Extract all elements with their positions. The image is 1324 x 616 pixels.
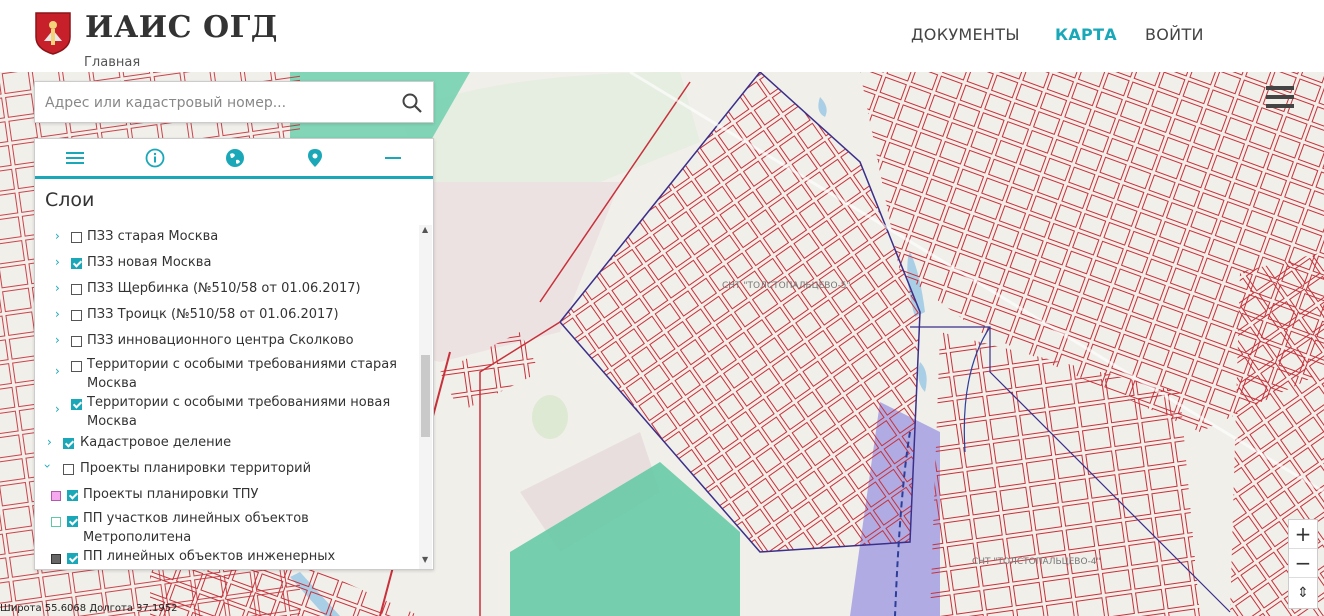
nav-map[interactable]: КАРТА	[1055, 25, 1117, 44]
layer-label: ПП линейных объектов инженерных	[83, 549, 336, 564]
layer-label: Территории с особыми требованиями старая…	[87, 357, 398, 391]
zoom-in-button[interactable]: +	[1289, 520, 1317, 549]
map-label-snt-4: СНТ "ТОЛСТОПАЛЬЦЕВО-4"	[972, 557, 1101, 567]
layer-label: Проекты планировки ТПУ	[83, 487, 259, 502]
layer-checkbox[interactable]	[63, 464, 74, 475]
compass-icon[interactable]: ⇕	[1289, 578, 1317, 607]
layer-label: ПЗЗ новая Москва	[87, 255, 212, 270]
chevron-right-icon[interactable]: ›	[55, 255, 60, 269]
tab-menu[interactable]	[35, 139, 115, 176]
layer-label: Проекты планировки территорий	[80, 461, 312, 476]
nav-login[interactable]: ВОЙТИ	[1145, 25, 1204, 44]
header: ИАИС ОГД Главная ДОКУМЕНТЫ КАРТА ВОЙТИ	[0, 0, 1324, 72]
panel-tabs	[35, 139, 433, 179]
layer-checkbox[interactable]	[71, 310, 82, 321]
chevron-right-icon[interactable]: ›	[47, 435, 52, 449]
zoom-out-button[interactable]: −	[1289, 549, 1317, 578]
layer-color-swatch	[51, 554, 61, 564]
chevron-right-icon[interactable]: ›	[55, 307, 60, 321]
layer-label: ПЗЗ Троицк (№510/58 от 01.06.2017)	[87, 307, 339, 322]
layer-label: ПЗЗ старая Москва	[87, 229, 219, 244]
minimize-icon	[385, 156, 401, 159]
scroll-down-arrow-icon[interactable]: ▼	[422, 555, 428, 564]
search-box[interactable]	[34, 81, 434, 123]
layer-label: ПП участков линейных объектов Метрополит…	[83, 511, 309, 545]
layer-label: Кадастровое деление	[80, 435, 232, 450]
scroll-up-arrow-icon[interactable]: ▲	[422, 225, 428, 234]
layers-list: › ПЗЗ старая Москва › ПЗЗ новая Москва ›…	[35, 225, 419, 569]
layer-checkbox[interactable]	[71, 232, 82, 243]
coordinates-readout: Широта 55.6068 Долгота 37.1952	[0, 603, 178, 614]
layers-scrollbar[interactable]: ▲ ▼	[419, 225, 432, 569]
chevron-right-icon[interactable]: ›	[55, 333, 60, 347]
layer-label: ПЗЗ Щербинка (№510/58 от 01.06.2017)	[87, 281, 361, 296]
chevron-down-icon[interactable]: ›	[40, 464, 54, 469]
globe-icon	[226, 148, 244, 167]
layer-label: Территории с особыми требованиями новая …	[87, 395, 391, 429]
layer-checkbox[interactable]	[67, 516, 78, 527]
map-menu-button[interactable]	[1266, 86, 1296, 112]
layer-checkbox[interactable]	[71, 258, 82, 269]
hamburger-icon	[1266, 86, 1294, 90]
location-pin-icon	[308, 148, 322, 167]
panel-title: Слои	[45, 189, 95, 211]
layers-panel: Слои › ПЗЗ старая Москва › ПЗЗ новая Мос…	[34, 138, 434, 570]
layer-checkbox[interactable]	[71, 284, 82, 295]
menu-icon	[66, 151, 84, 164]
chevron-right-icon[interactable]: ›	[55, 229, 60, 243]
tab-minimize[interactable]	[353, 139, 433, 176]
layer-color-swatch	[51, 517, 61, 527]
layer-color-swatch	[51, 491, 61, 501]
scrollbar-thumb[interactable]	[421, 355, 430, 437]
tab-location[interactable]	[275, 139, 355, 176]
chevron-right-icon[interactable]: ›	[55, 364, 60, 378]
layer-checkbox[interactable]	[67, 553, 78, 564]
layer-checkbox[interactable]	[63, 438, 74, 449]
breadcrumb[interactable]: Главная	[84, 55, 140, 70]
layer-checkbox[interactable]	[71, 336, 82, 347]
chevron-right-icon[interactable]: ›	[55, 402, 60, 416]
info-icon	[145, 148, 165, 167]
map-label-snt-5: СНТ "ТОЛСТОПАЛЬЦЕВО-5"	[722, 281, 851, 291]
search-icon[interactable]	[401, 92, 423, 114]
layer-checkbox[interactable]	[71, 399, 82, 410]
layer-checkbox[interactable]	[71, 361, 82, 372]
app-title[interactable]: ИАИС ОГД	[85, 10, 278, 45]
layer-label: ПЗЗ инновационного центра Сколково	[87, 333, 354, 348]
hamburger-icon-line	[1266, 104, 1294, 108]
zoom-controls: + − ⇕	[1288, 519, 1318, 609]
hamburger-icon-line	[1266, 95, 1294, 99]
search-input[interactable]	[45, 92, 395, 114]
layer-checkbox[interactable]	[67, 490, 78, 501]
tab-globe[interactable]	[195, 139, 275, 176]
tab-info[interactable]	[115, 139, 195, 176]
chevron-right-icon[interactable]: ›	[55, 281, 60, 295]
moscow-coat-of-arms-logo[interactable]	[34, 11, 72, 55]
nav-documents[interactable]: ДОКУМЕНТЫ	[911, 25, 1020, 44]
